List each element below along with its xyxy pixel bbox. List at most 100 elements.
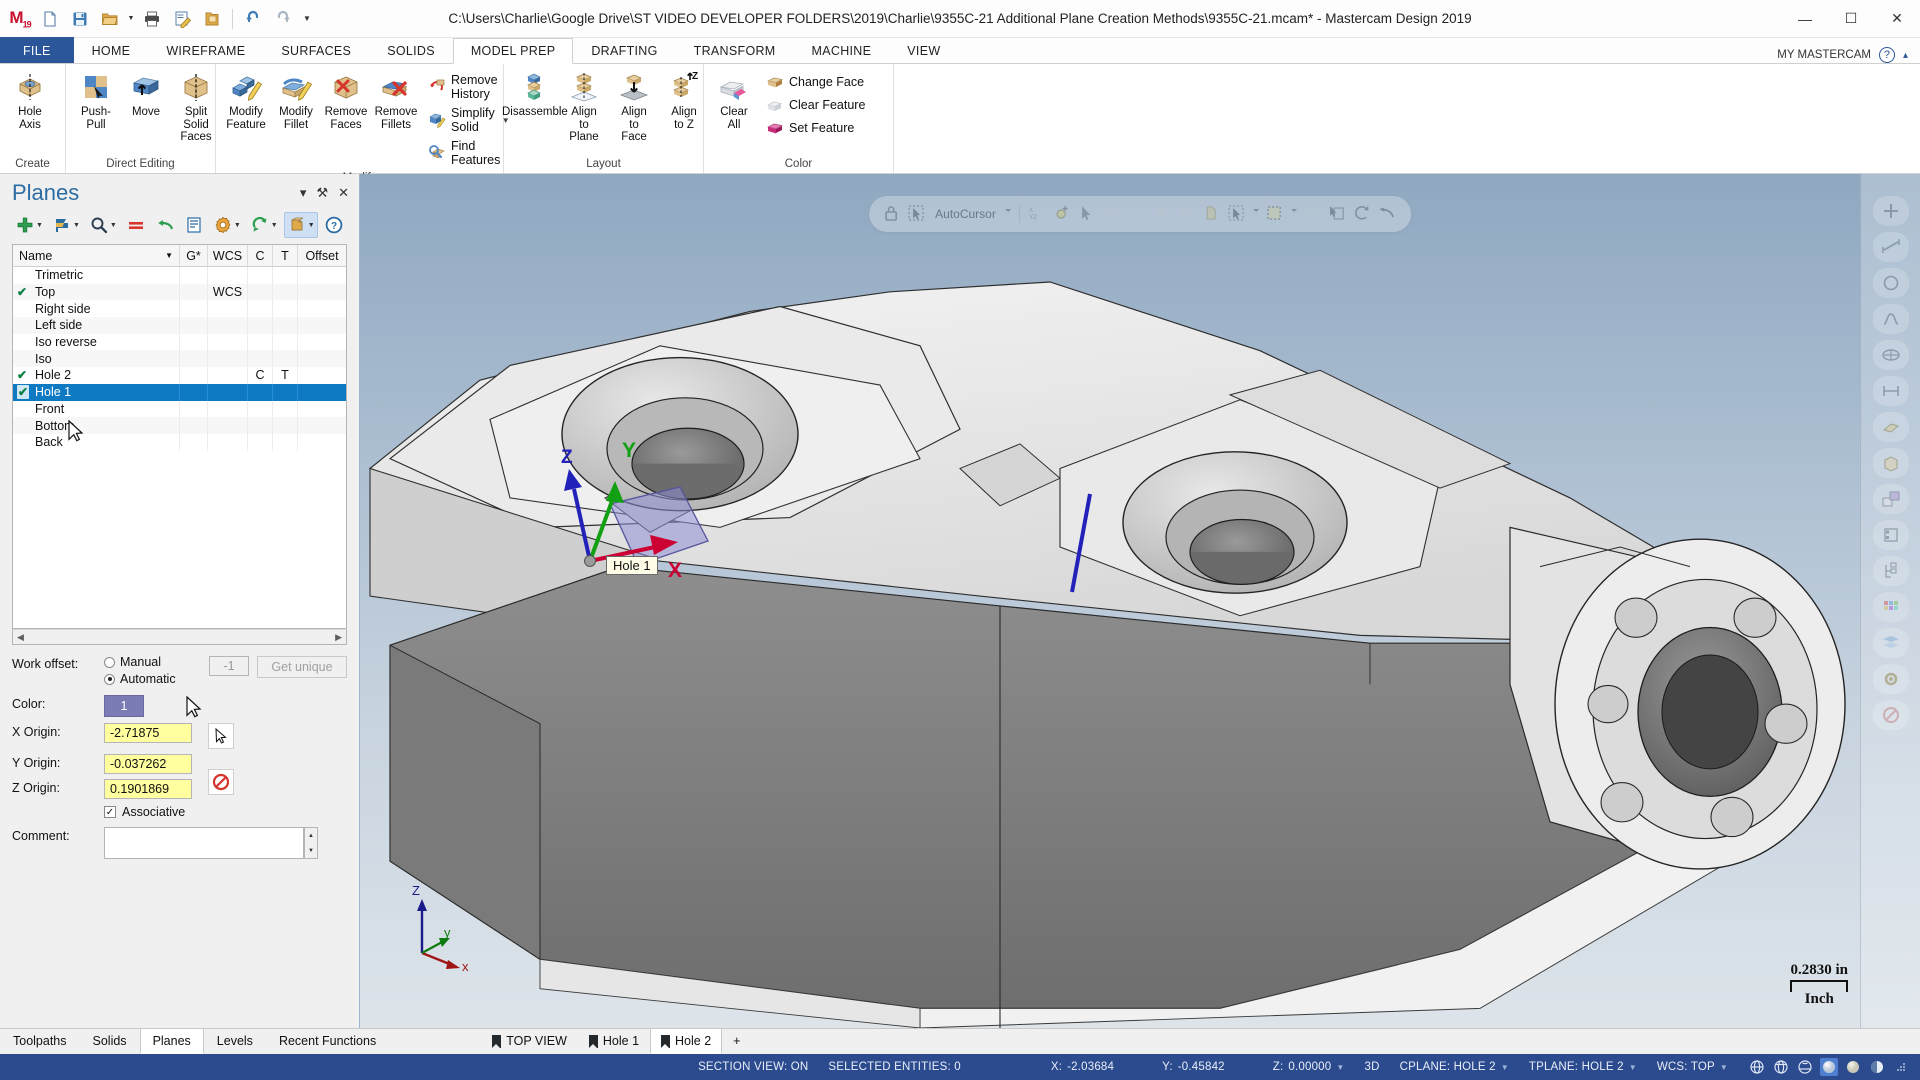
align-to-z-button[interactable]: Z Align to Z xyxy=(660,68,708,134)
find-features-button[interactable]: Find Features xyxy=(422,137,516,169)
chevron-down-icon[interactable]: ▼ xyxy=(1501,1063,1509,1072)
plane-g-cell[interactable] xyxy=(180,367,208,384)
minimize-button[interactable]: — xyxy=(1782,0,1828,38)
plane-name-cell[interactable]: Front xyxy=(13,400,180,418)
plane-g-cell[interactable] xyxy=(180,400,208,418)
table-row[interactable]: ✔ Top WCS xyxy=(13,283,346,301)
solid-face-icon[interactable] xyxy=(1201,203,1223,225)
check-icon[interactable]: ✔ xyxy=(17,285,27,299)
plane-wcs-cell[interactable] xyxy=(208,350,248,368)
plane-name-cell[interactable]: Iso xyxy=(13,350,180,368)
table-row[interactable]: Left side xyxy=(13,317,346,334)
clear-feature-button[interactable]: Clear Feature xyxy=(760,94,871,116)
plane-offset-cell[interactable] xyxy=(298,300,346,317)
redo-icon[interactable] xyxy=(269,5,297,33)
plane-wcs-cell[interactable] xyxy=(208,383,248,401)
filter-v-icon[interactable] xyxy=(1101,203,1123,225)
chevron-down-icon[interactable]: ▼ xyxy=(271,222,278,229)
ribbon-tab-drafting[interactable]: DRAFTING xyxy=(573,37,675,63)
planes-help-button[interactable]: ? xyxy=(321,212,347,238)
resize-grip-icon[interactable] xyxy=(1892,1058,1910,1076)
sort-caret-icon[interactable]: ▼ xyxy=(165,251,173,260)
plane-t-cell[interactable] xyxy=(273,400,298,418)
comment-scroll-spinner[interactable]: ▲ ▼ xyxy=(304,827,318,859)
plane-wcs-cell[interactable]: WCS xyxy=(208,283,248,301)
plane-t-cell[interactable]: T xyxy=(273,367,298,384)
align-to-face-button[interactable]: Align to Face xyxy=(610,68,658,147)
arc-icon[interactable] xyxy=(1126,203,1148,225)
plane-g-cell[interactable] xyxy=(180,350,208,368)
chevron-down-icon[interactable] xyxy=(1003,203,1013,225)
plane-settings-button[interactable]: ▼ xyxy=(210,212,244,238)
print-icon[interactable] xyxy=(138,5,166,33)
view-tab-hole-2[interactable]: Hole 2 xyxy=(650,1028,723,1054)
modify-feature-button[interactable]: Modify Feature xyxy=(222,68,270,134)
graphics-viewport[interactable]: Y X Z Hole 1 Z x y 0.2830 in Inch AutoCu… xyxy=(360,174,1920,1028)
ribbon-tab-view[interactable]: VIEW xyxy=(889,37,958,63)
ribbon-tab-solids[interactable]: SOLIDS xyxy=(369,37,453,63)
column-header-t[interactable]: T xyxy=(273,245,298,266)
plane-wcs-cell[interactable] xyxy=(208,267,248,284)
distance-icon[interactable] xyxy=(1872,376,1909,406)
table-row[interactable]: Back xyxy=(13,433,346,451)
circle-icon[interactable] xyxy=(1872,268,1909,298)
hatch-icon[interactable] xyxy=(1872,412,1909,442)
spinner-down-icon[interactable]: ▼ xyxy=(305,843,317,858)
chevron-down-icon[interactable]: ▼ xyxy=(1629,1063,1637,1072)
plane-g-cell[interactable] xyxy=(180,300,208,318)
table-row[interactable]: Iso xyxy=(13,350,346,368)
edit-page-icon[interactable] xyxy=(168,5,196,33)
tab-toolpaths[interactable]: Toolpaths xyxy=(0,1028,80,1054)
status-wcs[interactable]: WCS: TOP ▼ xyxy=(1647,1061,1738,1073)
check-icon[interactable]: ✔ xyxy=(17,368,27,382)
chevron-down-icon[interactable]: ▼ xyxy=(1720,1063,1728,1072)
modify-fillet-button[interactable]: Modify Fillet xyxy=(272,68,320,134)
panel-dropdown-icon[interactable]: ▾ xyxy=(300,185,307,201)
column-header-g[interactable]: G* xyxy=(180,245,208,266)
panel-close-icon[interactable]: ✕ xyxy=(338,185,349,201)
plane-g-cell[interactable] xyxy=(180,267,208,284)
chevron-down-icon[interactable]: ▼ xyxy=(73,222,80,229)
plane-t-cell[interactable] xyxy=(273,417,298,434)
plane-g-cell[interactable] xyxy=(180,333,208,351)
set-feature-button[interactable]: Set Feature xyxy=(760,117,871,139)
table-row[interactable]: Right side xyxy=(13,300,346,318)
plane-c-cell[interactable] xyxy=(248,433,273,451)
layers-icon[interactable] xyxy=(1872,628,1909,658)
status-section-view[interactable]: SECTION VIEW: ON xyxy=(688,1061,818,1073)
clear-origin-button[interactable] xyxy=(208,769,234,795)
lock-icon[interactable] xyxy=(881,203,903,225)
folder-copy-icon[interactable] xyxy=(198,5,226,33)
plane-c-cell[interactable] xyxy=(248,300,273,318)
plane-t-cell[interactable] xyxy=(273,267,298,284)
collapse-ribbon-icon[interactable]: ▴ xyxy=(1903,50,1908,61)
table-row[interactable]: ✔ Hole 2 CT xyxy=(13,367,346,384)
column-header-wcs[interactable]: WCS xyxy=(208,245,248,266)
planes-list-hscrollbar[interactable]: ◀ ▶ xyxy=(12,629,347,645)
plane-t-cell[interactable] xyxy=(273,283,298,301)
plane-offset-cell[interactable] xyxy=(298,401,346,418)
chevron-down-icon[interactable]: ▼ xyxy=(110,222,117,229)
status-tplane[interactable]: TPLANE: HOLE 2 ▼ xyxy=(1519,1061,1647,1073)
plane-name-cell[interactable]: Bottom xyxy=(13,417,180,434)
view-tab-top-view[interactable]: TOP VIEW xyxy=(481,1028,578,1054)
plane-g-cell[interactable] xyxy=(180,383,208,401)
plane-name-cell[interactable]: ✔ Hole 2 xyxy=(13,367,180,384)
y-origin-input[interactable]: -0.037262 xyxy=(104,754,192,774)
plane-copy-icon[interactable] xyxy=(1872,484,1909,514)
plane-c-cell[interactable] xyxy=(248,333,273,351)
plane-t-cell[interactable] xyxy=(273,383,298,401)
panel-pin-icon[interactable]: ⚒ xyxy=(316,185,328,201)
open-folder-caret-icon[interactable]: ▼ xyxy=(126,5,136,33)
ribbon-tab-machine[interactable]: MACHINE xyxy=(794,37,890,63)
display-plane-button[interactable]: ▼ xyxy=(283,212,318,238)
equal-planes-button[interactable] xyxy=(123,212,149,238)
refresh-button[interactable]: ▼ xyxy=(247,212,281,238)
no-hidden-globe-icon[interactable] xyxy=(1796,1058,1814,1076)
associative-checkbox[interactable]: ✓ Associative xyxy=(104,805,185,819)
plane-c-cell[interactable] xyxy=(248,283,273,301)
plane-name-cell[interactable]: Back xyxy=(13,433,180,451)
plane-offset-cell[interactable] xyxy=(298,317,346,334)
plane-wcs-cell[interactable] xyxy=(208,400,248,418)
plane-offset-cell[interactable] xyxy=(298,367,346,384)
